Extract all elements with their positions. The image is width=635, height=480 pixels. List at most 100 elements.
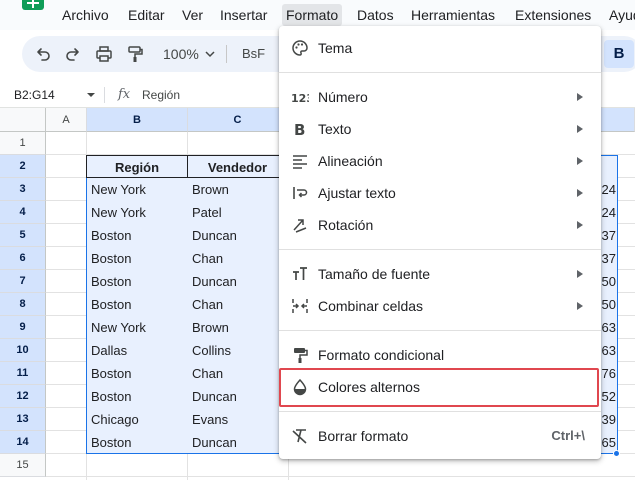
menu-item-alineacion[interactable]: Alineación xyxy=(279,145,601,177)
menu-item-label: Tamaño de fuente xyxy=(318,266,431,282)
menu-item-label: Tema xyxy=(318,40,353,56)
row-header[interactable]: 12 xyxy=(0,385,46,408)
cell-vendedor[interactable]: Chan xyxy=(188,362,278,385)
column-header-c[interactable]: C xyxy=(188,108,288,132)
row-header[interactable]: 15 xyxy=(0,454,46,477)
menu-archivo[interactable]: Archivo xyxy=(58,4,113,26)
cell-vendedor[interactable]: Duncan xyxy=(188,270,278,293)
cell-vendedor[interactable]: Evans xyxy=(188,408,278,431)
cell-region[interactable]: Boston xyxy=(87,385,187,408)
cell-value[interactable]: 52 xyxy=(600,385,616,408)
row-header[interactable]: 8 xyxy=(0,293,46,316)
palette-icon xyxy=(292,40,308,56)
cell-vendedor[interactable]: Brown xyxy=(188,316,278,339)
menu-item-texto[interactable]: B Texto xyxy=(279,113,601,145)
menu-editar[interactable]: Editar xyxy=(124,4,169,26)
cell-region[interactable]: New York xyxy=(87,316,187,339)
menu-insertar[interactable]: Insertar xyxy=(216,4,271,26)
print-icon[interactable] xyxy=(95,45,113,63)
cell-vendedor[interactable]: Duncan xyxy=(188,385,278,408)
cell-value[interactable]: 50 xyxy=(600,293,616,316)
menu-item-tema[interactable]: Tema xyxy=(279,32,601,64)
fill-handle[interactable] xyxy=(613,450,620,457)
cell-region[interactable]: Boston xyxy=(87,247,187,270)
cell-value[interactable]: 37 xyxy=(600,247,616,270)
menu-item-ajustar-texto[interactable]: Ajustar texto xyxy=(279,177,601,209)
menu-item-rotacion[interactable]: Rotación xyxy=(279,209,601,241)
row-header[interactable]: 11 xyxy=(0,362,46,385)
menu-item-numero[interactable]: 123 Número xyxy=(279,81,601,113)
cell-vendedor[interactable]: Chan xyxy=(188,247,278,270)
name-box-caret-icon[interactable] xyxy=(87,93,95,97)
cell-value[interactable]: 63 xyxy=(600,339,616,362)
number-123-icon: 123 xyxy=(291,92,309,105)
row-header[interactable]: 2 xyxy=(0,155,46,178)
bold-button[interactable]: B xyxy=(604,40,634,68)
column-header-a[interactable]: A xyxy=(46,108,87,132)
cell-region[interactable]: Boston xyxy=(87,270,187,293)
redo-icon[interactable] xyxy=(64,45,82,63)
cell-value[interactable]: 39 xyxy=(600,408,616,431)
cell-vendedor[interactable]: Duncan xyxy=(188,224,278,247)
menu-formato[interactable]: Formato xyxy=(282,4,343,26)
menu-item-formato-condicional[interactable]: Formato condicional xyxy=(279,339,601,371)
spreadsheet-window: Archivo Editar Ver Insertar Formato Dato… xyxy=(0,0,635,480)
cell-region[interactable]: Dallas xyxy=(87,339,187,362)
paint-format-icon[interactable] xyxy=(126,45,144,63)
menu-ayuda[interactable]: Ayud xyxy=(605,4,635,26)
row-header[interactable]: 3 xyxy=(0,178,46,201)
row-header[interactable]: 4 xyxy=(0,201,46,224)
cell-vendedor[interactable]: Duncan xyxy=(188,431,278,454)
cell-region[interactable]: New York xyxy=(87,178,187,201)
select-all-corner[interactable] xyxy=(0,108,46,132)
cell-region[interactable]: Boston xyxy=(87,224,187,247)
sheets-logo-icon[interactable] xyxy=(22,0,44,10)
cell-region[interactable]: Chicago xyxy=(87,408,187,431)
cell-vendedor[interactable]: Patel xyxy=(188,201,278,224)
menu-extensiones[interactable]: Extensiones xyxy=(511,4,595,26)
cell-region[interactable]: Boston xyxy=(87,362,187,385)
undo-icon[interactable] xyxy=(34,45,52,63)
row-header[interactable]: 14 xyxy=(0,431,46,454)
menu-separator xyxy=(279,72,601,73)
row-header[interactable]: 10 xyxy=(0,339,46,362)
cell-region[interactable]: Boston xyxy=(87,293,187,316)
name-box[interactable]: B2:G14 xyxy=(14,86,55,104)
cell-region[interactable]: New York xyxy=(87,201,187,224)
cell-value[interactable]: 50 xyxy=(600,270,616,293)
cell-vendedor[interactable]: Collins xyxy=(188,339,278,362)
merge-cells-icon xyxy=(292,299,308,313)
cell-region[interactable]: Boston xyxy=(87,431,187,454)
row-header[interactable]: 9 xyxy=(0,316,46,339)
cell-value[interactable]: 63 xyxy=(600,316,616,339)
menu-item-combinar-celdas[interactable]: Combinar celdas xyxy=(279,290,601,322)
cell-value[interactable]: 76 xyxy=(600,362,616,385)
row-header[interactable]: 13 xyxy=(0,408,46,431)
svg-text:B: B xyxy=(294,121,305,138)
cell-value[interactable]: 24 xyxy=(600,201,616,224)
menu-separator xyxy=(279,249,601,250)
cell-vendedor[interactable]: Brown xyxy=(188,178,278,201)
menu-item-borrar-formato[interactable]: Borrar formato Ctrl+\ xyxy=(279,420,601,452)
column-header-b[interactable]: B xyxy=(87,108,188,132)
formula-separator xyxy=(104,87,105,103)
currency-format-button[interactable]: BsF xyxy=(242,45,265,63)
align-left-icon xyxy=(293,155,307,169)
menu-item-tamano-fuente[interactable]: Tamaño de fuente xyxy=(279,258,601,290)
row-header[interactable]: 7 xyxy=(0,270,46,293)
zoom-select[interactable]: 100% xyxy=(163,45,199,63)
cell-value[interactable]: 37 xyxy=(600,224,616,247)
header-cell-vendedor[interactable]: Vendedor xyxy=(187,155,288,178)
menu-item-label: Combinar celdas xyxy=(318,298,424,314)
cell-value[interactable]: 24 xyxy=(600,178,616,201)
row-header[interactable]: 1 xyxy=(0,132,46,155)
header-cell-region[interactable]: Región xyxy=(86,155,188,178)
menu-datos[interactable]: Datos xyxy=(353,4,398,26)
formula-input[interactable]: Región xyxy=(142,86,180,104)
row-header[interactable]: 6 xyxy=(0,247,46,270)
row-header[interactable]: 5 xyxy=(0,224,46,247)
chevron-down-icon[interactable] xyxy=(205,45,215,63)
cell-vendedor[interactable]: Chan xyxy=(188,293,278,316)
menu-ver[interactable]: Ver xyxy=(178,4,207,26)
menu-herramientas[interactable]: Herramientas xyxy=(407,4,499,26)
